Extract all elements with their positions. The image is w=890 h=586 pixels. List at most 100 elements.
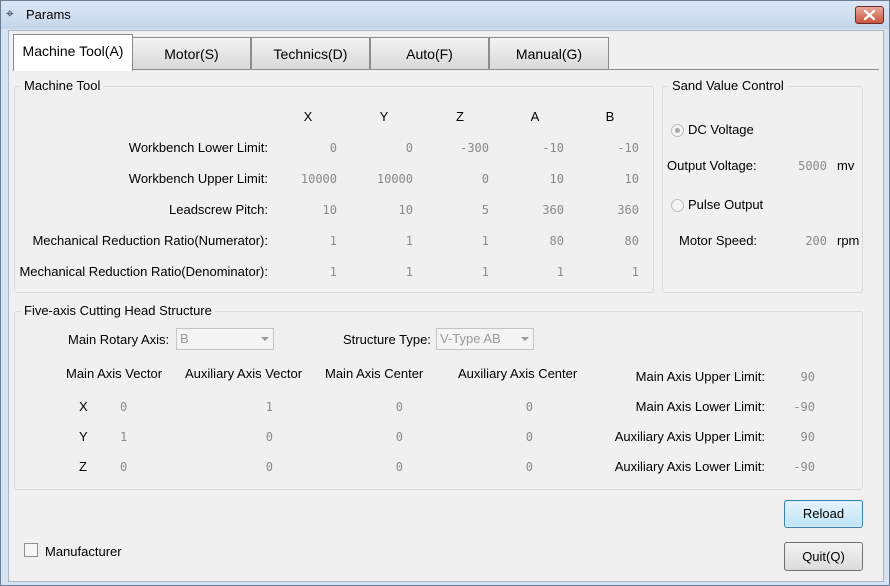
main-axis-lower-limit-label: Main Axis Lower Limit: [635, 399, 765, 414]
title-bar: ⌖ Params [1, 1, 889, 29]
voltage-unit: mv [837, 158, 855, 173]
reload-button[interactable]: Reload [784, 500, 863, 528]
workbench-upper-limit-b[interactable]: 10 [579, 172, 639, 186]
manufacturer-checkbox[interactable] [24, 543, 38, 557]
reduction-denominator-label: Mechanical Reduction Ratio(Denominator): [19, 264, 268, 279]
tab-auto[interactable]: Auto(F) [370, 37, 489, 69]
workbench-lower-limit-label: Workbench Lower Limit: [128, 140, 268, 155]
output-voltage-label: Output Voltage: [667, 158, 757, 173]
main-axis-center-x[interactable]: 0 [383, 400, 403, 414]
auxiliary-axis-center-z[interactable]: 0 [513, 460, 533, 474]
sand-value-control-title: Sand Value Control [669, 78, 787, 93]
pulse-output-label: Pulse Output [688, 197, 764, 212]
reduction-numerator-b[interactable]: 80 [579, 234, 639, 248]
tab-motor[interactable]: Motor(S) [132, 37, 251, 69]
machine-tool-group: Machine Tool X Y Z A B Workbench Lower L… [14, 78, 654, 293]
workbench-upper-limit-x[interactable]: 10000 [277, 172, 337, 186]
motor-speed-label: Motor Speed: [679, 233, 758, 248]
main-axis-vector-x[interactable]: 0 [120, 400, 140, 414]
workbench-lower-limit-a[interactable]: -10 [504, 141, 564, 155]
output-voltage-field[interactable]: 5000 [771, 159, 827, 173]
auxiliary-axis-upper-limit-label: Auxiliary Axis Upper Limit: [614, 429, 765, 444]
main-axis-upper-limit-field[interactable]: 90 [775, 370, 815, 384]
main-axis-center-header: Main Axis Center [325, 366, 424, 381]
main-axis-vector-y[interactable]: 1 [120, 430, 140, 444]
sand-value-control-group: Sand Value Control DC Voltage Output Vol… [662, 78, 863, 293]
workbench-lower-limit-z[interactable]: -300 [429, 141, 489, 155]
workbench-upper-limit-z[interactable]: 0 [429, 172, 489, 186]
machine-tool-group-title: Machine Tool [21, 78, 104, 93]
dc-voltage-radio[interactable] [671, 124, 684, 137]
head-row-z-label: Z [79, 459, 87, 474]
axis-header-x: X [303, 109, 313, 124]
leadscrew-pitch-b[interactable]: 360 [579, 203, 639, 217]
manufacturer-label: Manufacturer [45, 544, 122, 559]
cutting-head-group: Five-axis Cutting Head Structure Main Ro… [14, 303, 863, 490]
workbench-upper-limit-y[interactable]: 10000 [353, 172, 413, 186]
main-axis-center-y[interactable]: 0 [383, 430, 403, 444]
workbench-lower-limit-b[interactable]: -10 [579, 141, 639, 155]
close-button[interactable] [855, 6, 884, 24]
reduction-denominator-b[interactable]: 1 [579, 265, 639, 279]
dc-voltage-label: DC Voltage [688, 122, 754, 137]
auxiliary-axis-vector-x[interactable]: 1 [253, 400, 273, 414]
reduction-numerator-a[interactable]: 80 [504, 234, 564, 248]
leadscrew-pitch-a[interactable]: 360 [504, 203, 564, 217]
main-axis-lower-limit-field[interactable]: -90 [775, 400, 815, 414]
chevron-down-icon [261, 337, 269, 341]
main-rotary-axis-select[interactable]: B [176, 328, 274, 350]
head-row-y-label: Y [79, 429, 88, 444]
auxiliary-axis-lower-limit-label: Auxiliary Axis Lower Limit: [614, 459, 765, 474]
workbench-lower-limit-y[interactable]: 0 [353, 141, 413, 155]
structure-type-label: Structure Type: [343, 332, 431, 347]
quit-button[interactable]: Quit(Q) [784, 542, 863, 571]
leadscrew-pitch-x[interactable]: 10 [277, 203, 337, 217]
auxiliary-axis-center-y[interactable]: 0 [513, 430, 533, 444]
close-icon [863, 9, 876, 21]
main-axis-upper-limit-label: Main Axis Upper Limit: [635, 369, 765, 384]
reduction-numerator-label: Mechanical Reduction Ratio(Numerator): [32, 233, 268, 248]
reduction-denominator-a[interactable]: 1 [504, 265, 564, 279]
auxiliary-axis-vector-header: Auxiliary Axis Vector [185, 366, 303, 381]
auxiliary-axis-vector-z[interactable]: 0 [253, 460, 273, 474]
auxiliary-axis-upper-limit-field[interactable]: 90 [775, 430, 815, 444]
reduction-numerator-y[interactable]: 1 [353, 234, 413, 248]
speed-unit: rpm [837, 233, 860, 248]
cutting-head-title: Five-axis Cutting Head Structure [21, 303, 215, 318]
workbench-upper-limit-a[interactable]: 10 [504, 172, 564, 186]
reduction-denominator-z[interactable]: 1 [429, 265, 489, 279]
workbench-lower-limit-x[interactable]: 0 [277, 141, 337, 155]
motor-speed-field[interactable]: 200 [771, 234, 827, 248]
auxiliary-axis-center-header: Auxiliary Axis Center [458, 366, 578, 381]
params-window: ⌖ Params Machine Tool(A) Motor(S) Techni… [0, 0, 890, 586]
auxiliary-axis-lower-limit-field[interactable]: -90 [775, 460, 815, 474]
auxiliary-axis-center-x[interactable]: 0 [513, 400, 533, 414]
reduction-denominator-x[interactable]: 1 [277, 265, 337, 279]
axis-header-y: Y [379, 109, 389, 124]
main-rotary-axis-label: Main Rotary Axis: [68, 332, 170, 347]
reduction-numerator-x[interactable]: 1 [277, 234, 337, 248]
tab-machine-tool[interactable]: Machine Tool(A) [13, 34, 133, 71]
leadscrew-pitch-z[interactable]: 5 [429, 203, 489, 217]
main-axis-vector-z[interactable]: 0 [120, 460, 140, 474]
pulse-output-radio[interactable] [671, 199, 684, 212]
head-row-x-label: X [79, 399, 88, 414]
dialog-client: Machine Tool(A) Motor(S) Technics(D) Aut… [8, 30, 884, 582]
main-axis-vector-header: Main Axis Vector [66, 366, 163, 381]
chevron-down-icon [521, 337, 529, 341]
tab-manual[interactable]: Manual(G) [489, 37, 609, 69]
structure-type-value: V-Type AB [440, 331, 501, 346]
leadscrew-pitch-y[interactable]: 10 [353, 203, 413, 217]
structure-type-select[interactable]: V-Type AB [436, 328, 534, 350]
window-title: Params [26, 7, 71, 22]
axis-header-z: Z [456, 109, 464, 124]
auxiliary-axis-vector-y[interactable]: 0 [253, 430, 273, 444]
main-axis-center-z[interactable]: 0 [383, 460, 403, 474]
app-icon: ⌖ [6, 6, 14, 22]
reduction-denominator-y[interactable]: 1 [353, 265, 413, 279]
tab-technics[interactable]: Technics(D) [251, 37, 370, 69]
main-rotary-axis-value: B [180, 331, 189, 346]
leadscrew-pitch-label: Leadscrew Pitch: [169, 202, 268, 217]
axis-header-b: B [605, 109, 615, 124]
reduction-numerator-z[interactable]: 1 [429, 234, 489, 248]
